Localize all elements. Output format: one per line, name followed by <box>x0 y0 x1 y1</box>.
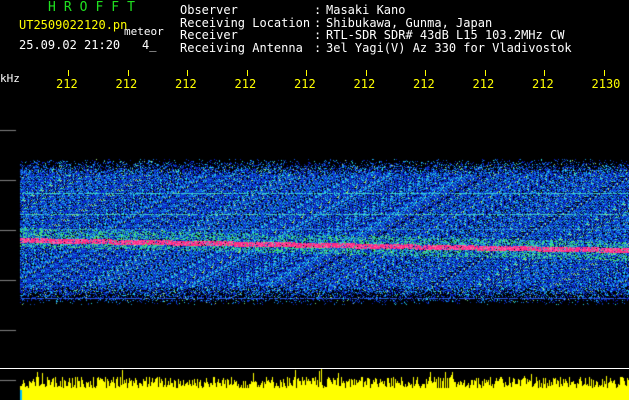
station-info: Observer: Masaki Kano Receiving Location:… <box>180 4 572 54</box>
x-axis-tick <box>187 70 188 76</box>
file-name: UT2509022120.pn <box>19 18 128 32</box>
info-colon: : <box>314 3 322 17</box>
x-axis-label: 212 <box>532 77 554 91</box>
x-axis-tick <box>484 70 486 76</box>
x-axis-label: 212 <box>353 77 376 91</box>
x-axis-tick <box>127 70 129 76</box>
info-key: Observer <box>180 3 238 17</box>
date-time: 25.09.02 21:20 <box>19 38 121 52</box>
x-axis-tick <box>306 70 307 76</box>
x-axis-tick <box>603 70 605 76</box>
spectrogram-canvas <box>0 100 629 400</box>
info-key: Receiving Antenna <box>180 40 303 55</box>
subtitle-meteor: meteor <box>124 25 164 38</box>
x-axis-label: 212 <box>56 77 78 91</box>
x-axis-tick <box>68 70 69 76</box>
histogram-baseline <box>0 368 629 369</box>
x-axis-tick <box>365 70 367 76</box>
x-axis-tick <box>544 70 545 76</box>
x-axis-tick <box>425 70 426 76</box>
app-title: HROFFT <box>48 0 143 15</box>
info-key: Receiver <box>180 28 238 42</box>
x-axis-label: 212 <box>413 77 435 91</box>
x-axis-label: 212 <box>234 77 257 91</box>
x-axis-label: 212 <box>175 77 197 91</box>
x-axis-label: 212 <box>472 77 495 91</box>
y-axis-unit: kHz <box>0 72 20 85</box>
info-row-antenna: Receiving Antenna:3el Yagi(V) Az 330 for… <box>180 40 572 55</box>
x-axis-label: 212 <box>294 77 316 91</box>
x-axis-label: 2130 <box>591 77 621 91</box>
info-value: 3el Yagi(V) Az 330 for Vladivostok <box>326 40 572 55</box>
meteor-count: 4_ <box>142 38 157 52</box>
x-axis-label: 212 <box>115 77 138 91</box>
x-axis-tick <box>246 70 248 76</box>
info-colon: : <box>314 28 322 42</box>
spectrogram-window: HROFFT UT2509022120.pn meteor 25.09.02 2… <box>0 0 629 400</box>
info-colon: : <box>314 40 322 55</box>
